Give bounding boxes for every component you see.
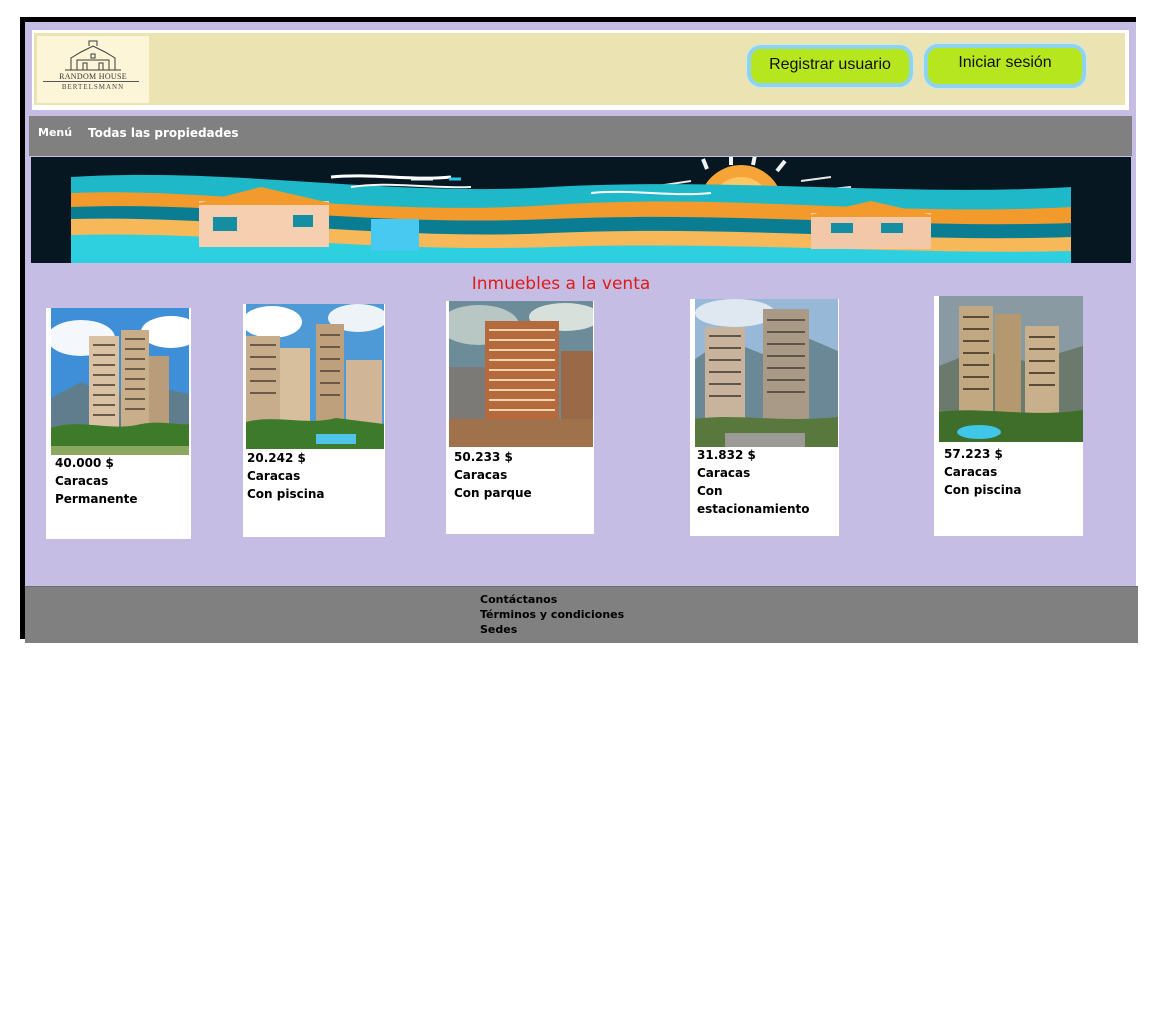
nav-all-properties[interactable]: Todas las propiedades	[88, 126, 239, 140]
property-city: Caracas	[247, 469, 301, 483]
property-city: Caracas	[454, 468, 508, 482]
house-icon	[65, 40, 121, 71]
site-footer: Contáctanos Términos y condiciones Sedes	[25, 586, 1138, 643]
property-info: 40.000 $ Caracas Permanente	[55, 454, 138, 508]
property-info: 57.223 $ Caracas Con piscina	[944, 445, 1021, 499]
banner-illustration	[31, 157, 1131, 263]
property-feature: Con piscina	[944, 483, 1022, 497]
footer-link-contact[interactable]: Contáctanos	[480, 592, 624, 607]
login-button[interactable]: Iniciar sesión	[924, 44, 1086, 88]
logo-line1: RANDOM HOUSE	[59, 72, 127, 81]
property-card[interactable]: 57.223 $ Caracas Con piscina	[934, 296, 1083, 536]
company-logo[interactable]: RANDOM HOUSE BERTELSMANN	[37, 36, 149, 103]
page-container: RANDOM HOUSE BERTELSMANN Registrar usuar…	[25, 22, 1138, 643]
logo-divider	[43, 81, 139, 82]
logo-line2: BERTELSMANN	[61, 83, 125, 91]
property-card[interactable]: 50.233 $ Caracas Con parque	[446, 301, 594, 534]
property-photo[interactable]	[939, 296, 1083, 442]
footer-links: Contáctanos Términos y condiciones Sedes	[480, 592, 624, 637]
header-band: RANDOM HOUSE BERTELSMANN Registrar usuar…	[34, 33, 1125, 105]
property-feature: Con parque	[454, 486, 532, 500]
property-photo[interactable]	[246, 304, 384, 449]
property-card[interactable]: 20.242 $ Caracas Con piscina	[243, 304, 385, 537]
property-info: 31.832 $ Caracas Con estacionamiento	[697, 446, 839, 518]
property-photo[interactable]	[695, 299, 838, 447]
footer-link-locations[interactable]: Sedes	[480, 622, 624, 637]
property-card[interactable]: 31.832 $ Caracas Con estacionamiento	[690, 299, 839, 536]
nav-bar: Menú Todas las propiedades	[29, 116, 1132, 156]
property-feature: Con estacionamiento	[697, 484, 810, 516]
property-info: 20.242 $ Caracas Con piscina	[247, 449, 324, 503]
property-city: Caracas	[944, 465, 998, 479]
property-price: 57.223 $	[944, 447, 1003, 461]
footer-link-terms[interactable]: Términos y condiciones	[480, 607, 624, 622]
property-photo[interactable]	[449, 301, 593, 447]
property-card[interactable]: 40.000 $ Caracas Permanente	[46, 308, 191, 539]
property-price: 20.242 $	[247, 451, 306, 465]
hero-banner	[31, 157, 1131, 263]
property-price: 40.000 $	[55, 456, 114, 470]
property-price: 50.233 $	[454, 450, 513, 464]
property-info: 50.233 $ Caracas Con parque	[454, 448, 532, 502]
property-feature: Permanente	[55, 492, 138, 506]
section-title: Inmuebles a la venta	[471, 274, 651, 294]
property-photo[interactable]	[51, 308, 189, 455]
register-button[interactable]: Registrar usuario	[747, 45, 913, 87]
nav-menu[interactable]: Menú	[38, 126, 72, 139]
property-city: Caracas	[55, 474, 109, 488]
property-price: 31.832 $	[697, 448, 756, 462]
property-city: Caracas	[697, 466, 751, 480]
property-feature: Con piscina	[247, 487, 325, 501]
page-frame: RANDOM HOUSE BERTELSMANN Registrar usuar…	[20, 17, 1138, 643]
site-header: RANDOM HOUSE BERTELSMANN Registrar usuar…	[32, 30, 1129, 110]
